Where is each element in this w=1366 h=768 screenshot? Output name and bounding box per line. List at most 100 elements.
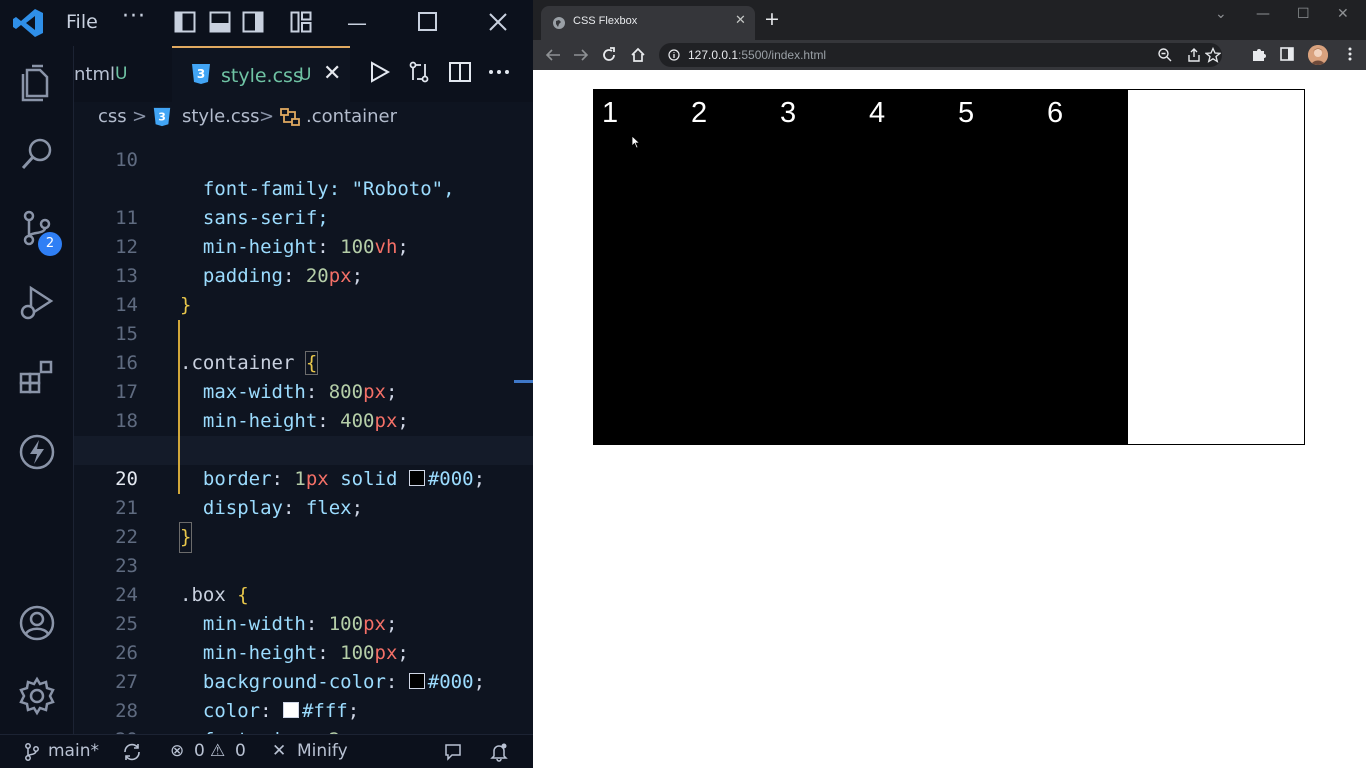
code-line[interactable]: 15 .container {	[74, 291, 533, 375]
browser-window: CSS Flexbox ✕ + ⌄ — ☐ ✕ 127.0.0.1:5500/i…	[533, 0, 1366, 768]
code-line[interactable]: 18 margin-inline: auto;	[74, 378, 533, 461]
browser-tab-close-icon[interactable]: ✕	[735, 13, 746, 28]
code-line[interactable]: sans-serif;	[74, 146, 533, 229]
code-line[interactable]: 22	[74, 494, 533, 548]
code-text: font-size: 2rem;	[180, 726, 386, 734]
browser-minimize-icon[interactable]: —	[1256, 6, 1270, 22]
explorer-icon[interactable]	[17, 62, 57, 102]
browser-tab[interactable]: CSS Flexbox ✕	[541, 6, 755, 40]
code-line[interactable]: 28 font-size: 2rem;	[74, 668, 533, 734]
share-icon[interactable]	[1186, 47, 1202, 63]
browser-close-icon[interactable]: ✕	[1337, 6, 1349, 22]
compare-changes-icon[interactable]	[407, 60, 431, 84]
thunder-client-icon[interactable]	[17, 432, 57, 472]
code-line[interactable]: 19 border: 1px solid #000;	[74, 407, 533, 490]
branch-name[interactable]: main*	[48, 741, 99, 761]
forward-icon[interactable]	[572, 46, 590, 64]
tab-search-icon[interactable]: ⌄	[1215, 6, 1227, 22]
settings-gear-icon[interactable]	[17, 676, 57, 716]
errors-icon[interactable]: ⊗	[170, 741, 184, 761]
run-debug-icon[interactable]	[17, 282, 57, 322]
status-bar: main* ⊗ 0 ⚠ 0 ✕ Minify	[0, 734, 533, 768]
code-line[interactable]: 10 font-family: "Roboto",	[74, 132, 533, 200]
code-line[interactable]: 13 }	[74, 233, 533, 316]
site-info-icon[interactable]	[668, 49, 680, 61]
url-path: :5500/index.html	[738, 48, 827, 62]
code-line[interactable]: 25 min-height: 100px;	[74, 581, 533, 664]
run-code-icon[interactable]	[367, 60, 391, 84]
tab-close-icon[interactable]: ✕	[323, 61, 341, 86]
toggle-panel-icon[interactable]	[209, 11, 231, 33]
bookmark-star-icon[interactable]	[1205, 47, 1221, 63]
toggle-primary-sidebar-icon[interactable]	[174, 11, 196, 33]
breadcrumb-separator: >	[259, 106, 275, 127]
side-panel-icon[interactable]	[1279, 46, 1295, 62]
minify-close-icon: ✕	[272, 741, 287, 761]
browser-maximize-icon[interactable]: ☐	[1297, 6, 1310, 22]
minify-button[interactable]: Minify	[297, 741, 348, 761]
tab-index-html[interactable]: ntml U	[74, 46, 172, 102]
activity-bar: 2	[0, 46, 74, 734]
title-bar: File ··· —	[0, 0, 533, 46]
code-line[interactable]: 23 .box {	[74, 523, 533, 606]
tab-label: style.css	[221, 65, 303, 87]
more-actions-icon[interactable]	[487, 60, 511, 84]
notifications-bell-icon[interactable]	[489, 742, 509, 762]
feedback-icon[interactable]	[443, 742, 463, 762]
line-number: 29	[74, 726, 138, 734]
svg-text:3: 3	[197, 67, 205, 81]
code-line[interactable]: 21 }	[74, 465, 533, 553]
code-line[interactable]: 24 min-width: 100px;	[74, 552, 533, 635]
code-line[interactable]: 11 min-height: 100vh;	[74, 175, 533, 258]
code-line[interactable]: 12 padding: 20px;	[74, 204, 533, 287]
code-line[interactable]: 26 background-color: #000;	[74, 610, 533, 693]
toggle-secondary-sidebar-icon[interactable]	[242, 11, 264, 33]
warnings-icon[interactable]: ⚠	[210, 741, 225, 761]
error-count: 0	[194, 741, 205, 761]
breadcrumb-folder[interactable]: css	[98, 106, 127, 127]
new-tab-button[interactable]: +	[764, 9, 780, 29]
code-line[interactable]: 29 padding: 0.5rem;	[74, 697, 533, 734]
editor-tab-bar: ntml U 3 style.css U ✕	[74, 46, 533, 102]
customize-layout-icon[interactable]	[290, 11, 312, 33]
code-line[interactable]: 17 min-height: 400px;	[74, 349, 533, 432]
warning-count: 0	[235, 741, 246, 761]
tab-style-css[interactable]: 3 style.css U ✕	[172, 46, 350, 102]
menu-more-icon[interactable]: ···	[122, 4, 146, 29]
code-editor[interactable]: 10 font-family: "Roboto", sans-serif; 11…	[74, 132, 533, 734]
active-indent-guide	[178, 320, 180, 494]
extensions-puzzle-icon[interactable]	[1251, 46, 1267, 62]
breadcrumb-symbol[interactable]: .container	[306, 106, 397, 127]
svg-text:3: 3	[158, 111, 166, 124]
code-line[interactable]: 27 color: #fff;	[74, 639, 533, 722]
maximize-icon[interactable]	[417, 11, 439, 33]
profile-avatar[interactable]	[1308, 45, 1328, 65]
reload-icon[interactable]	[600, 46, 618, 64]
address-bar[interactable]: 127.0.0.1:5500/index.html	[659, 43, 1222, 67]
code-line-current[interactable]: 20 display: flex;	[74, 436, 533, 519]
home-icon[interactable]	[629, 46, 647, 64]
close-window-icon[interactable]	[487, 11, 509, 33]
breadcrumb-separator: >	[132, 106, 148, 127]
breadcrumb: css > 3 style.css > .container	[74, 102, 533, 132]
code-line[interactable]: 16 max-width: 800px;	[74, 320, 533, 403]
box-6: 6	[1039, 90, 1128, 444]
zoom-icon[interactable]	[1157, 47, 1173, 63]
box-2: 2	[683, 90, 772, 444]
code-line[interactable]: 14	[74, 262, 533, 316]
symbol-class-icon	[280, 108, 300, 126]
search-icon[interactable]	[17, 134, 57, 174]
browser-menu-icon[interactable]	[1342, 46, 1358, 62]
extensions-icon[interactable]	[17, 356, 57, 396]
split-editor-icon[interactable]	[448, 60, 472, 84]
menu-file[interactable]: File	[66, 11, 98, 33]
accounts-icon[interactable]	[17, 603, 57, 643]
breadcrumb-file[interactable]: style.css	[182, 106, 260, 127]
vscode-window: File ··· — 2 ntml U 3 style.css U ✕ css …	[0, 0, 533, 768]
tab-untracked-badge: U	[299, 65, 312, 85]
back-icon[interactable]	[544, 46, 562, 64]
minimize-icon[interactable]: —	[342, 8, 372, 38]
box-5: 5	[950, 90, 1039, 444]
branch-icon	[25, 743, 39, 761]
sync-icon[interactable]	[122, 743, 142, 761]
